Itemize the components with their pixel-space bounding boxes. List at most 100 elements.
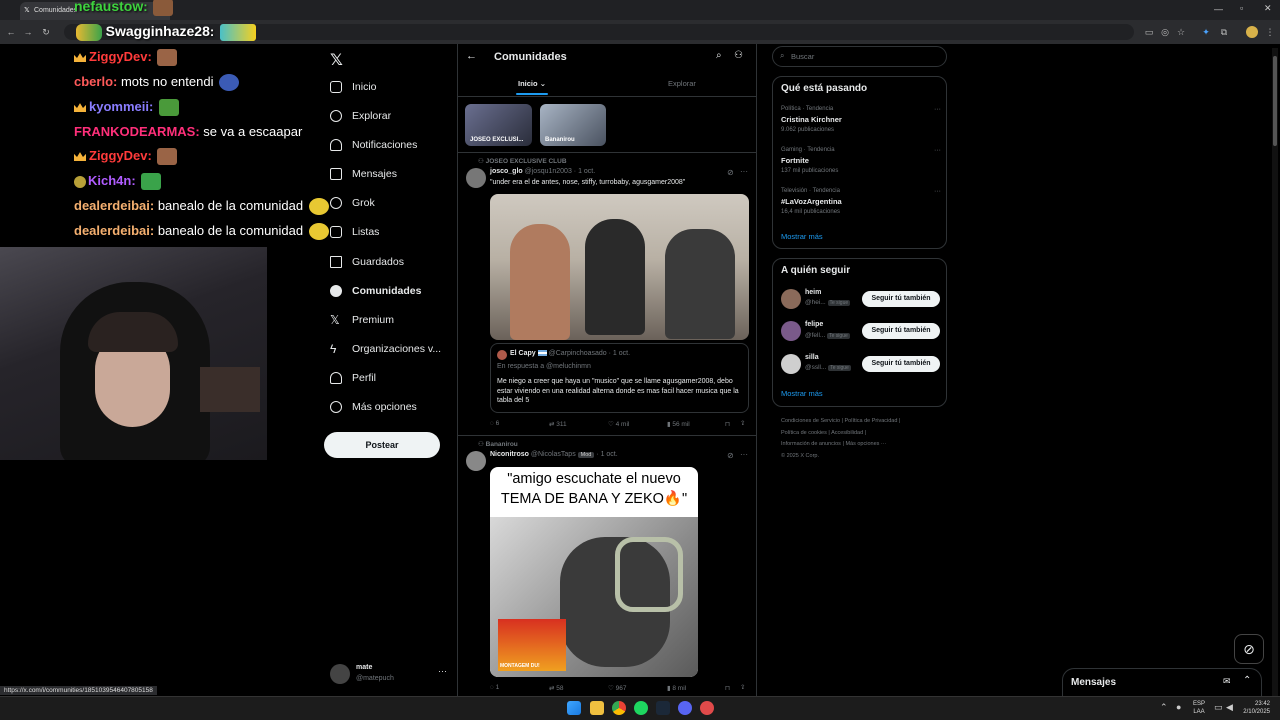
profile-avatar-icon[interactable] (1246, 26, 1258, 38)
tab-inicio[interactable]: Inicio ⌄ (518, 79, 546, 88)
nav-mas-opciones[interactable]: Más opciones (330, 399, 417, 415)
nav-grok[interactable]: Grok (330, 195, 375, 211)
views-button[interactable]: ▮ 8 mil (667, 684, 686, 692)
extension-icon[interactable]: ✦ (1200, 26, 1212, 38)
tab-explorar[interactable]: Explorar (668, 79, 696, 88)
community-chip[interactable]: Bananirou (540, 104, 606, 146)
nav-perfil[interactable]: Perfil (330, 370, 376, 386)
nav-inicio[interactable]: Inicio (330, 79, 377, 95)
forward-icon[interactable]: → (22, 26, 34, 38)
nav-mensajes[interactable]: Mensajes (330, 166, 397, 182)
chat-user: dealerdeibai (74, 198, 150, 213)
clock[interactable]: 23:42 2/10/2025 (1240, 700, 1270, 716)
minimize-icon[interactable]: — (1214, 4, 1223, 14)
follow-avatar[interactable] (781, 289, 801, 309)
tweet-more-icon[interactable]: ··· (740, 167, 748, 176)
follow-button[interactable]: Seguir tú también (862, 291, 940, 307)
post-button[interactable]: Postear (324, 432, 440, 458)
nav-notificaciones[interactable]: Notificaciones (330, 137, 417, 153)
nav-listas[interactable]: Listas (330, 224, 379, 240)
app-icon[interactable] (700, 701, 714, 715)
chevron-up-icon[interactable]: ⌃ (1243, 675, 1251, 686)
share-icon[interactable]: ⇪ (740, 419, 745, 427)
chrome-icon[interactable] (612, 701, 626, 715)
tweet-community-label: ⚇ Bananirou (478, 441, 518, 448)
tweet-divider (458, 435, 756, 436)
nav-guardados[interactable]: Guardados (330, 254, 404, 270)
reply-button[interactable]: ◌ 6 (490, 420, 499, 427)
puzzle-icon[interactable]: ⧉ (1218, 26, 1230, 38)
tray-chevron-icon[interactable]: ⌃ (1160, 702, 1168, 713)
search-icon[interactable]: ⌕ (716, 50, 722, 61)
trend-item[interactable]: Gaming · Tendencia Fortnite 137 mil publ… (781, 147, 941, 174)
tab-x-icon: 𝕏 (24, 7, 30, 14)
scrollbar[interactable] (1272, 48, 1278, 696)
close-window-icon[interactable]: ✕ (1264, 3, 1272, 14)
follow-button[interactable]: Seguir tú también (862, 323, 940, 339)
tweet-author[interactable]: Niconitroso (490, 451, 529, 458)
trend-item[interactable]: Televisión · Tendencia #LaVozArgentina 1… (781, 188, 941, 215)
messages-drawer[interactable]: Mensajes ✉ ⌃ (1062, 668, 1262, 696)
steam-icon[interactable] (656, 701, 670, 715)
cast-icon[interactable]: ▭ (1143, 26, 1155, 38)
tweet-meme-image[interactable]: "amigo escuchate el nuevo TEMA DE BANA Y… (490, 467, 698, 677)
nav-organizaciones[interactable]: ϟ Organizaciones v... (330, 341, 441, 357)
emote-icon (308, 223, 329, 241)
reload-icon[interactable]: ↻ (40, 26, 52, 38)
trend-item[interactable]: Política · Tendencia Cristina Kirchner 9… (781, 106, 941, 133)
nav-explorar[interactable]: Explorar (330, 108, 391, 124)
follow-button[interactable]: Seguir tú también (862, 356, 940, 372)
menu-kebab-icon[interactable]: ⋮ (1264, 26, 1276, 38)
microphone-icon[interactable]: ● (1176, 702, 1181, 712)
star-icon[interactable]: ☆ (1175, 26, 1187, 38)
views-button[interactable]: ▮ 56 mil (667, 420, 690, 428)
nav-premium[interactable]: 𝕏 Premium (330, 312, 394, 328)
tweet-author[interactable]: josco_glo (490, 168, 523, 175)
file-explorer-icon[interactable] (590, 701, 604, 715)
more-icon (330, 401, 342, 414)
windows-start-icon[interactable] (567, 701, 581, 715)
share-icon[interactable]: ⇪ (740, 683, 745, 691)
grok-floating-button[interactable]: ⊘ (1234, 634, 1264, 664)
grok-icon[interactable]: ⊘ (727, 451, 734, 460)
language-indicator[interactable]: ESP LAA (1193, 700, 1205, 716)
back-arrow-icon[interactable]: ← (466, 50, 477, 62)
community-chip[interactable]: JOSEO EXCLUSI... (465, 104, 532, 146)
bookmark-icon[interactable]: ⊓ (725, 420, 730, 428)
trends-show-more[interactable]: Mostrar más (781, 232, 823, 241)
home-icon (330, 81, 342, 94)
maximize-icon[interactable]: ▫ (1240, 3, 1243, 13)
network-icon[interactable]: ▭ (1214, 702, 1223, 713)
follow-avatar[interactable] (781, 321, 801, 341)
discord-icon[interactable] (678, 701, 692, 715)
chat-line: ZiggyDev: (74, 148, 178, 166)
grok-icon[interactable]: ⊘ (727, 168, 734, 177)
tweet-avatar[interactable] (466, 168, 486, 188)
trend-more-icon[interactable]: ··· (934, 106, 941, 113)
tweet-avatar[interactable] (466, 451, 486, 471)
trend-more-icon[interactable]: ··· (934, 147, 941, 154)
reply-button[interactable]: ◌ 1 (490, 684, 499, 691)
account-avatar[interactable] (330, 664, 350, 684)
back-icon[interactable]: ← (5, 26, 17, 38)
x-logo-icon[interactable]: 𝕏 (330, 50, 343, 70)
create-community-icon[interactable]: ⚇ (734, 50, 743, 61)
repost-button[interactable]: ⇄ 58 (549, 684, 564, 692)
scrollbar-thumb[interactable] (1273, 56, 1277, 146)
account-more-icon[interactable]: ··· (438, 666, 447, 676)
repost-button[interactable]: ⇄ 311 (549, 420, 567, 428)
like-button[interactable]: ♡ 967 (608, 684, 627, 692)
search-box[interactable]: ⌕ Buscar (772, 46, 947, 67)
new-message-icon[interactable]: ✉ (1223, 676, 1231, 687)
follow-show-more[interactable]: Mostrar más (781, 389, 823, 398)
spotify-icon[interactable] (634, 701, 648, 715)
bookmark-icon[interactable]: ⊓ (725, 684, 730, 692)
nav-comunidades[interactable]: Comunidades (330, 283, 421, 299)
trend-more-icon[interactable]: ··· (934, 188, 941, 195)
eye-off-icon[interactable]: ◎ (1159, 26, 1171, 38)
tweet-image[interactable] (490, 194, 749, 340)
tweet-more-icon[interactable]: ··· (740, 450, 748, 459)
volume-icon[interactable]: ◀ (1226, 702, 1233, 713)
follow-avatar[interactable] (781, 354, 801, 374)
like-button[interactable]: ♡ 4 mil (608, 420, 629, 428)
